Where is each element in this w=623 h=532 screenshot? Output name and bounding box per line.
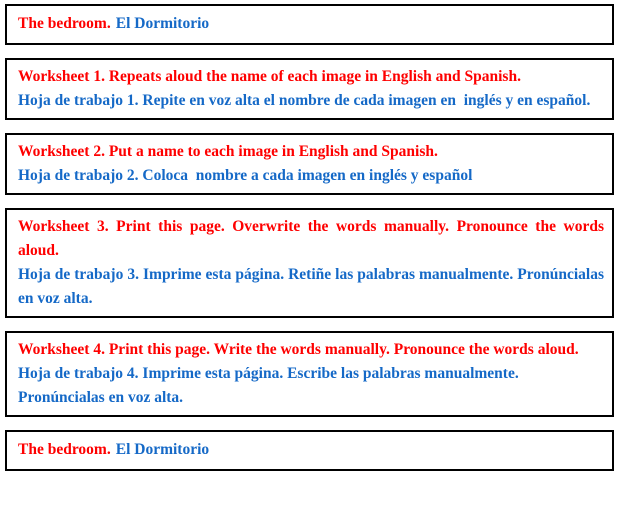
title-line: The bedroom. El Dormitorio [18,12,604,36]
worksheet-instruction-sheet: The bedroom. El Dormitorio Worksheet 1. R… [0,0,623,532]
worksheet-3-spanish: Hoja de trabajo 3. Imprime esta página. … [18,266,608,307]
worksheet-2-spanish: Hoja de trabajo 2. Coloca nombre a cada … [18,167,473,184]
header-title-spanish: El Dormitorio [115,15,210,32]
worksheet-1-spanish: Hoja de trabajo 1. Repite en voz alta el… [18,92,591,109]
panel-worksheet-4: Worksheet 4. Print this page. Write the … [5,331,614,417]
panel-header-title: The bedroom. El Dormitorio [5,4,614,45]
worksheet-4-english: Worksheet 4. Print this page. Write the … [18,341,579,358]
panel-footer-title: The bedroom. El Dormitorio [5,430,614,471]
header-title-english: The bedroom. [18,15,111,32]
worksheet-4-spanish: Hoja de trabajo 4. Imprime esta página. … [18,365,523,406]
worksheet-1-english: Worksheet 1. Repeats aloud the name of e… [18,68,521,85]
footer-title-english: The bedroom. [18,441,111,458]
worksheet-3-english: Worksheet 3. Print this page. Overwrite … [18,218,608,259]
footer-title-spanish: El Dormitorio [115,441,210,458]
worksheet-2-english: Worksheet 2. Put a name to each image in… [18,143,438,160]
panel-worksheet-2: Worksheet 2. Put a name to each image in… [5,133,614,195]
title-line: The bedroom. El Dormitorio [18,438,604,462]
panel-worksheet-1: Worksheet 1. Repeats aloud the name of e… [5,58,614,120]
panel-worksheet-3: Worksheet 3. Print this page. Overwrite … [5,208,614,318]
